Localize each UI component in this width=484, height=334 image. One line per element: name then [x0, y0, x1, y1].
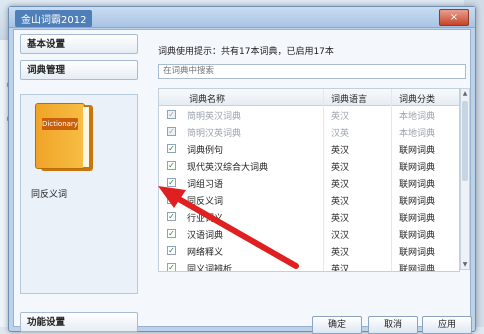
table-row[interactable]: ✓ 词典例句 英汉 联网词典: [159, 141, 459, 158]
dict-category-cell: 联网词典: [399, 197, 436, 207]
table-row[interactable]: 同反义词 英汉 联网词典: [159, 192, 459, 209]
dict-name-cell: 行业词义: [187, 214, 224, 224]
dict-enable-checkbox[interactable]: ✓: [167, 161, 176, 170]
column-header[interactable]: 词典分类: [399, 92, 435, 105]
dict-lang-cell: 英汉: [331, 248, 350, 258]
dict-content: 词典使用提示：共有17本词典，已启用17本 词典名称 词典语言 词典分类 ✓ 简明…: [154, 32, 472, 334]
dict-category-cell: 联网词典: [399, 231, 436, 241]
dict-lang-cell: 英汉: [331, 214, 350, 224]
dict-name-cell: 网络释义: [187, 248, 224, 258]
table-row[interactable]: ✓ 汉语词典 汉汉 联网词典: [159, 226, 459, 243]
table-row[interactable]: ✓ 词组习语 英汉 联网词典: [159, 175, 459, 192]
dict-enable-checkbox[interactable]: [167, 195, 176, 204]
dict-enable-checkbox: ✓: [167, 110, 176, 119]
scroll-down-icon[interactable]: ▼: [461, 261, 469, 268]
table-row[interactable]: ✓ 简明汉英词典 汉英 本地词典: [159, 124, 459, 141]
dict-preview-panel: Dictionary 同反义词: [20, 94, 138, 294]
table-scrollbar[interactable]: ▲ ▼: [460, 88, 470, 270]
book-label: Dictionary: [42, 118, 78, 130]
dict-category-cell: 本地词典: [399, 112, 436, 122]
dict-lang-cell: 汉汉: [331, 231, 350, 241]
table-row[interactable]: ✓ 简明英汉词典 英汉 本地词典: [159, 107, 459, 124]
dict-name-cell: 现代英汉综合大词典: [187, 163, 269, 173]
dict-enable-checkbox[interactable]: ✓: [167, 246, 176, 255]
dict-table: 词典名称 词典语言 词典分类 ✓ 简明英汉词典 英汉 本地词典 ✓ 简明汉英词典 汉英 本地词…: [158, 88, 460, 272]
table-header: 词典名称 词典语言 词典分类: [159, 89, 459, 106]
close-icon[interactable]: ×: [439, 9, 469, 26]
column-header[interactable]: 词典语言: [331, 92, 367, 105]
dict-usage-tip: 词典使用提示：共有17本词典，已启用17本: [158, 47, 334, 57]
dict-category-cell: 联网词典: [399, 180, 436, 190]
dict-category-cell: 联网词典: [399, 146, 436, 156]
table-row[interactable]: ✓ 网络释义 英汉 联网词典: [159, 243, 459, 260]
dict-name-cell: 同义词辨析: [187, 265, 233, 272]
dict-name-cell: 同反义词: [187, 197, 224, 207]
dict-enable-checkbox[interactable]: ✓: [167, 263, 176, 271]
dict-category-cell: 联网词典: [399, 248, 436, 258]
nav-basic-settings[interactable]: 基本设置: [20, 34, 138, 54]
dict-category-cell: 联网词典: [399, 214, 436, 224]
dialog-title: 金山词霸2012: [15, 10, 93, 27]
dict-enable-checkbox[interactable]: ✓: [167, 229, 176, 238]
dict-lang-cell: 英汉: [331, 112, 350, 122]
dict-lang-cell: 英汉: [331, 163, 350, 173]
apply-button[interactable]: 应用: [422, 316, 472, 334]
ok-button[interactable]: 确定: [312, 316, 362, 334]
dict-enable-checkbox[interactable]: ✓: [167, 178, 176, 187]
dict-lang-cell: 英汉: [331, 197, 350, 207]
dict-name-cell: 汉语词典: [187, 231, 224, 241]
scroll-up-icon[interactable]: ▲: [461, 90, 469, 97]
dict-category-cell: 本地词典: [399, 129, 436, 139]
dict-lang-cell: 英汉: [331, 146, 350, 156]
dict-name-cell: 简明汉英词典: [187, 129, 242, 139]
dictionary-book-icon: Dictionary: [35, 103, 93, 173]
dict-enable-checkbox[interactable]: ✓: [167, 212, 176, 221]
dict-lang-cell: 汉英: [331, 129, 350, 139]
scroll-thumb[interactable]: [462, 101, 468, 181]
dict-name-cell: 词典例句: [187, 146, 224, 156]
cancel-button[interactable]: 取消: [368, 316, 418, 334]
dict-name-cell: 词组习语: [187, 180, 224, 190]
dict-name-cell: 简明英汉词典: [187, 112, 242, 122]
dict-enable-checkbox: ✓: [167, 127, 176, 136]
table-row[interactable]: ✓ 同义词辨析 英汉 联网词典: [159, 260, 459, 272]
nav-dict-management[interactable]: 词典管理: [20, 60, 138, 80]
dict-category-cell: 联网词典: [399, 265, 436, 272]
dict-lang-cell: 英汉: [331, 265, 350, 272]
table-row[interactable]: ✓ 现代英汉综合大词典 英汉 联网词典: [159, 158, 459, 175]
settings-nav: 基本设置 词典管理 Dictionary 同反义词 功能设置: [20, 32, 140, 332]
nav-function-settings[interactable]: 功能设置: [20, 312, 138, 332]
table-row[interactable]: ✓ 行业词义 英汉 联网词典: [159, 209, 459, 226]
dict-enable-checkbox[interactable]: ✓: [167, 144, 176, 153]
dict-category-cell: 联网词典: [399, 163, 436, 173]
selected-dict-name: 同反义词: [31, 190, 68, 200]
dialog-titlebar: 金山词霸2012 ×: [9, 7, 475, 28]
dialog-body: 基本设置 词典管理 Dictionary 同反义词 功能设置 词典使用提示：共有…: [13, 29, 472, 334]
dict-search-input[interactable]: [158, 64, 466, 79]
settings-dialog: 金山词霸2012 × 基本设置 词典管理 Dictionary 同反义词 功能设…: [8, 6, 476, 334]
dict-lang-cell: 英汉: [331, 180, 350, 190]
column-header[interactable]: 词典名称: [189, 92, 225, 105]
